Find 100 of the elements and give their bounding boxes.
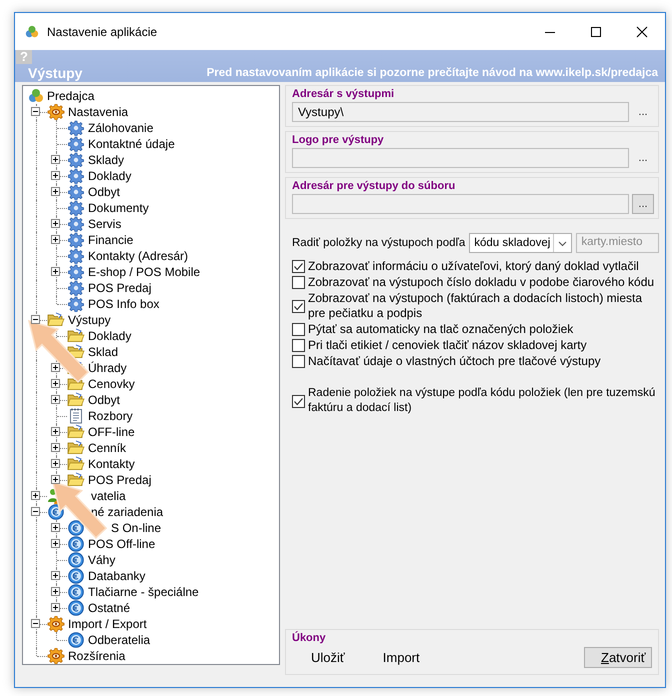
tree-item[interactable]: Odbyt (88, 393, 120, 407)
checkbox-label: Zobrazovať informáciu o užívateľovi, ktorý daný doklad vytlačil (308, 259, 640, 274)
tree-item[interactable]: Rozšírenia (68, 649, 126, 663)
action-button[interactable]: Uložiť (292, 647, 364, 668)
tree-item[interactable]: vatelia (91, 489, 126, 503)
collapse-toggle[interactable] (31, 507, 40, 516)
euro-coin-icon (68, 584, 84, 600)
tree-item[interactable]: Predajca (47, 89, 94, 103)
collapse-toggle[interactable] (31, 315, 40, 324)
expand-toggle[interactable] (51, 427, 60, 436)
path-field[interactable]: Vystupy\ (292, 102, 629, 122)
gear-icon (68, 264, 84, 280)
expand-toggle[interactable] (51, 571, 60, 580)
folder-icon (67, 456, 85, 472)
expand-toggle[interactable] (51, 587, 60, 596)
folder-icon (67, 392, 85, 408)
tree-item[interactable]: Nastavenia (68, 105, 128, 119)
sort-extra-field: karty.miesto (576, 233, 659, 253)
app-icon (28, 88, 44, 104)
checkbox[interactable] (292, 300, 305, 312)
tree-item[interactable]: Odbyt (88, 185, 120, 199)
tree-item[interactable]: Doklady (88, 169, 132, 183)
action-button[interactable]: Import (364, 647, 439, 668)
tree-item[interactable]: Cenník (88, 441, 126, 455)
checkbox-label: Zobrazovať na výstupoch (faktúrach a dodacích listoch) miesta pre pečiatku a podpis (308, 291, 643, 321)
tree-item[interactable]: Kontaktné údaje (88, 137, 175, 151)
browse-button[interactable]: ... (632, 102, 654, 122)
collapse-toggle[interactable] (31, 107, 40, 116)
expand-toggle[interactable] (51, 155, 60, 164)
folder-icon (67, 440, 85, 456)
collapse-toggle[interactable] (31, 619, 40, 628)
tree-item[interactable]: Sklad (88, 345, 118, 359)
tree-item[interactable]: Rozbory (88, 409, 133, 423)
expand-toggle[interactable] (51, 379, 60, 388)
checkbox[interactable] (292, 260, 305, 273)
gear-icon (68, 136, 84, 152)
tree-item[interactable]: Váhy (88, 553, 116, 567)
expand-toggle[interactable] (51, 603, 60, 612)
expand-toggle[interactable] (51, 187, 60, 196)
action-button[interactable]: Zatvoriť (584, 647, 652, 668)
euro-coin-icon (68, 536, 84, 552)
expand-toggle[interactable] (51, 267, 60, 276)
expand-toggle[interactable] (51, 395, 60, 404)
tree-item[interactable]: Servis (88, 217, 122, 231)
tree-item[interactable]: Tlačiarne - špeciálne (88, 585, 199, 599)
expand-toggle[interactable] (51, 475, 60, 484)
expand-toggle[interactable] (51, 539, 60, 548)
expand-toggle[interactable] (51, 171, 60, 180)
tree-item[interactable]: Databanky (88, 569, 146, 583)
path-field[interactable] (292, 148, 629, 168)
checkbox[interactable] (292, 355, 305, 368)
tree-item[interactable]: Úhrady (88, 361, 127, 375)
tree-item[interactable]: Kontakty (88, 457, 135, 471)
expand-toggle[interactable] (51, 363, 60, 372)
tree-item[interactable]: POS Info box (88, 297, 160, 311)
gear-icon (68, 232, 84, 248)
checkbox-label: Pýtať sa automaticky na tlač označených položiek (308, 322, 574, 337)
tree-item[interactable]: E-shop / POS Mobile (88, 265, 200, 279)
tree-item[interactable]: POS Predaj (88, 473, 152, 487)
group-legend: Úkony (292, 632, 652, 644)
tree-item[interactable]: Doklady (88, 329, 132, 343)
tree-item[interactable]: Kontakty (Adresár) (88, 249, 188, 263)
tree-item[interactable]: Cenovky (88, 377, 135, 391)
browse-button[interactable]: ... (632, 148, 654, 168)
checkbox[interactable] (292, 394, 305, 408)
tree-item[interactable]: OFF-line (88, 425, 135, 439)
window-title: Nastavenie aplikácie (47, 24, 158, 38)
tree-item[interactable]: Sklady (88, 153, 124, 167)
folder-icon (67, 472, 85, 488)
checkbox[interactable] (292, 276, 305, 289)
path-field[interactable] (292, 194, 629, 214)
tree-item[interactable]: Financie (88, 233, 134, 247)
expand-toggle[interactable] (51, 459, 60, 468)
tree-item[interactable]: Zálohovanie (88, 121, 154, 135)
checkbox-label: Zobrazovať na výstupoch číslo dokladu v podobe čiarového kódu (308, 275, 656, 290)
tree-item[interactable]: Odberatelia (88, 633, 150, 647)
expand-toggle[interactable] (51, 443, 60, 452)
sort-dropdown[interactable]: kódu skladovej (469, 233, 572, 253)
expand-toggle[interactable] (51, 235, 60, 244)
cog-icon (47, 648, 65, 664)
checkbox[interactable] (292, 339, 305, 352)
tree-item[interactable]: S On-line (111, 521, 162, 535)
expand-toggle[interactable] (31, 491, 40, 500)
browse-button[interactable]: ... (632, 194, 654, 214)
app-icon (24, 24, 40, 38)
expand-toggle[interactable] (51, 523, 60, 532)
tree-item[interactable]: POS Predaj (88, 281, 152, 295)
gear-icon (68, 248, 84, 264)
folder-icon (67, 328, 85, 344)
tree-item[interactable]: Import / Export (68, 617, 147, 631)
checkbox[interactable] (292, 323, 305, 336)
tree-item[interactable]: Výstupy (68, 313, 111, 327)
tree-item[interactable]: POS Off-line (88, 537, 156, 551)
tree-item[interactable]: Dokumenty (88, 201, 149, 215)
sort-label: Radiť položky na výstupoch podľa (292, 237, 466, 249)
euro-coin-icon (68, 632, 84, 648)
notice-text: Pred nastavovaním aplikácie si pozorne prečítajte návod na www.ikelp.sk/predajca (206, 67, 658, 79)
gear-icon (68, 168, 84, 184)
expand-toggle[interactable] (51, 219, 60, 228)
tree-item[interactable]: Ostatné (88, 601, 130, 615)
